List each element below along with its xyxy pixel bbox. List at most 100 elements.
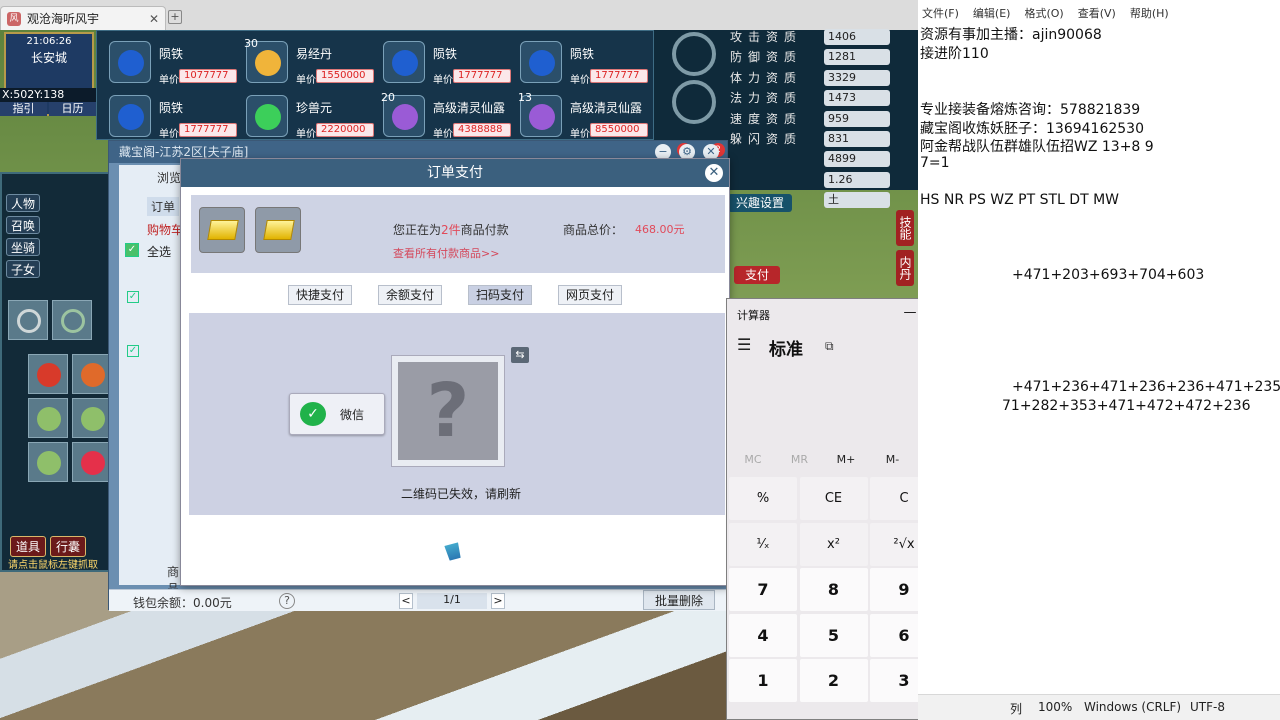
item-price: 1777777 bbox=[179, 123, 237, 137]
next-page-button[interactable]: > bbox=[491, 593, 505, 609]
items-button[interactable]: 道具 bbox=[10, 536, 47, 557]
market-item[interactable]: 陨铁 单价 1777777 bbox=[103, 89, 237, 140]
payment-count-text: 您正在为2件商品付款 bbox=[393, 221, 509, 238]
inventory-slot[interactable] bbox=[8, 300, 48, 340]
bowl-icon bbox=[37, 407, 61, 431]
calculator-title: 计算器 bbox=[737, 309, 770, 322]
memory-button[interactable]: MR bbox=[776, 453, 824, 466]
skills-tab[interactable]: 技能 bbox=[896, 210, 914, 246]
red-orb-icon bbox=[81, 451, 105, 475]
digit-8-button[interactable]: 8 bbox=[799, 568, 868, 611]
notepad-line: 藏宝阁收炼妖胚子：13694162530 bbox=[920, 120, 1144, 137]
quick-pay-button[interactable]: 快捷支付 bbox=[287, 285, 352, 305]
memory-button[interactable]: MC bbox=[729, 453, 777, 466]
item-checkbox[interactable]: ✓ bbox=[127, 345, 139, 357]
stat-value: 3329 bbox=[824, 69, 890, 86]
digit-4-button[interactable]: 4 bbox=[729, 613, 797, 657]
inventory-slot[interactable] bbox=[28, 354, 68, 394]
price-label: 单价 bbox=[433, 129, 453, 140]
guide-button[interactable]: 指引 bbox=[0, 102, 47, 116]
help-icon[interactable]: ? bbox=[279, 593, 295, 609]
market-item[interactable]: 30 易经丹 单价 1550000 bbox=[240, 35, 374, 86]
inventory-slot[interactable] bbox=[72, 354, 112, 394]
wechat-pay-option[interactable]: ✓ 微信 bbox=[289, 393, 385, 435]
pay-tab-button[interactable]: 支付 bbox=[734, 266, 780, 284]
notepad-menu-item[interactable]: 帮助(H) bbox=[1130, 0, 1169, 28]
inventory-slot[interactable] bbox=[28, 442, 68, 482]
item-icon bbox=[520, 41, 562, 83]
prev-page-button[interactable]: < bbox=[399, 593, 413, 609]
market-item[interactable]: 陨铁 单价 1777777 bbox=[514, 35, 648, 86]
digit-7-button[interactable]: 7 bbox=[729, 568, 797, 611]
close-icon[interactable]: ✕ bbox=[705, 164, 723, 182]
market-item[interactable]: 20 高级清灵仙露 单价 4388888 bbox=[377, 89, 511, 140]
encoding: UTF-8 bbox=[1190, 700, 1225, 714]
operator-button[interactable]: ¹⁄ₓ bbox=[729, 522, 797, 566]
item-checkbox[interactable]: ✓ bbox=[127, 291, 139, 303]
bowl-icon bbox=[81, 407, 105, 431]
price-label: 单价 bbox=[433, 75, 453, 86]
scan-pay-panel: ✓ 微信 ? ⇆ 二维码已失效，请刷新 bbox=[189, 313, 725, 515]
memory-button[interactable]: M+ bbox=[822, 453, 870, 466]
item-name: 陨铁 bbox=[159, 47, 184, 61]
tab-children[interactable]: 子女 bbox=[6, 260, 40, 278]
qr-code-box: ? bbox=[391, 355, 505, 467]
summary-count: 2件 bbox=[441, 223, 461, 237]
keep-on-top-icon[interactable]: ⧉ bbox=[825, 339, 834, 354]
browser-tab[interactable]: 风 观沧海听风宇 ✕ bbox=[0, 6, 166, 30]
hamburger-menu-icon[interactable]: ☰ bbox=[737, 335, 751, 354]
gold-ingot-item bbox=[199, 207, 245, 253]
item-name: 高级清灵仙露 bbox=[570, 101, 643, 115]
orders-tab[interactable]: 订单 bbox=[147, 197, 180, 216]
market-item[interactable]: 陨铁 单价 1077777 bbox=[103, 35, 237, 86]
digit-2-button[interactable]: 2 bbox=[799, 659, 868, 702]
operator-button[interactable]: x² bbox=[799, 522, 868, 566]
bag-button[interactable]: 行囊 bbox=[50, 536, 87, 557]
scan-pay-button[interactable]: 扫码支付 bbox=[468, 285, 533, 305]
web-pay-button[interactable]: 网页支付 bbox=[558, 285, 623, 305]
memory-button[interactable]: M- bbox=[869, 453, 917, 466]
operator-button[interactable]: % bbox=[729, 477, 797, 520]
browse-tab[interactable]: 浏览 bbox=[157, 169, 181, 186]
view-all-goods-link[interactable]: 查看所有付款商品>> bbox=[393, 245, 499, 261]
item-price: 2220000 bbox=[316, 123, 374, 137]
price-label: 单价 bbox=[159, 75, 179, 86]
market-item[interactable]: 13 高级清灵仙露 单价 8550000 bbox=[514, 89, 648, 140]
inventory-slot[interactable] bbox=[72, 442, 112, 482]
stat-row: 攻击资质 1406 bbox=[730, 28, 900, 46]
item-name: 高级清灵仙露 bbox=[433, 101, 506, 115]
market-item[interactable]: 珍兽元 单价 2220000 bbox=[240, 89, 374, 140]
inventory-slot[interactable] bbox=[28, 398, 68, 438]
cart-tab[interactable]: 购物车 bbox=[147, 221, 183, 238]
digit-5-button[interactable]: 5 bbox=[799, 613, 868, 657]
wechat-label: 微信 bbox=[340, 408, 365, 422]
qr-expired-message: 二维码已失效，请刷新 bbox=[400, 487, 521, 501]
stat-row: 4899 bbox=[730, 150, 900, 168]
stat-value: 831 bbox=[824, 131, 890, 147]
refresh-icon[interactable]: ⇆ bbox=[511, 347, 529, 363]
tab-close-icon[interactable]: ✕ bbox=[149, 12, 159, 26]
inventory-slot[interactable] bbox=[52, 300, 92, 340]
market-item[interactable]: 陨铁 单价 1777777 bbox=[377, 35, 511, 86]
item-price: 1777777 bbox=[590, 69, 648, 83]
inner-pill-tab[interactable]: 内丹 bbox=[896, 250, 914, 286]
stat-row: 躲闪资质 831 bbox=[730, 130, 900, 148]
inventory-slot[interactable] bbox=[72, 398, 112, 438]
calendar-button[interactable]: 日历 bbox=[49, 102, 96, 116]
new-tab-button[interactable]: + bbox=[168, 10, 182, 24]
operator-button[interactable]: CE bbox=[799, 477, 868, 520]
zoom-level: 100% bbox=[1038, 700, 1073, 714]
tab-mount[interactable]: 坐骑 bbox=[6, 238, 40, 256]
item-price: 8550000 bbox=[590, 123, 648, 137]
tab-summon[interactable]: 召唤 bbox=[6, 216, 40, 234]
batch-delete-button[interactable]: 批量删除 bbox=[643, 590, 715, 610]
stat-label: 速度资质 bbox=[730, 111, 803, 126]
order-payment-dialog: 订单支付 ✕ 您正在为2件商品付款 查看所有付款商品>> 商品总价： 468.0… bbox=[180, 158, 730, 586]
select-all-checkbox[interactable]: ✓ bbox=[125, 243, 139, 257]
digit-1-button[interactable]: 1 bbox=[729, 659, 797, 702]
price-label: 单价 bbox=[296, 75, 316, 86]
interest-settings-button[interactable]: 兴趣设置 bbox=[728, 194, 792, 212]
tab-character[interactable]: 人物 bbox=[6, 194, 40, 212]
balance-pay-button[interactable]: 余额支付 bbox=[377, 285, 442, 305]
city-name: 长安城 bbox=[30, 51, 67, 65]
